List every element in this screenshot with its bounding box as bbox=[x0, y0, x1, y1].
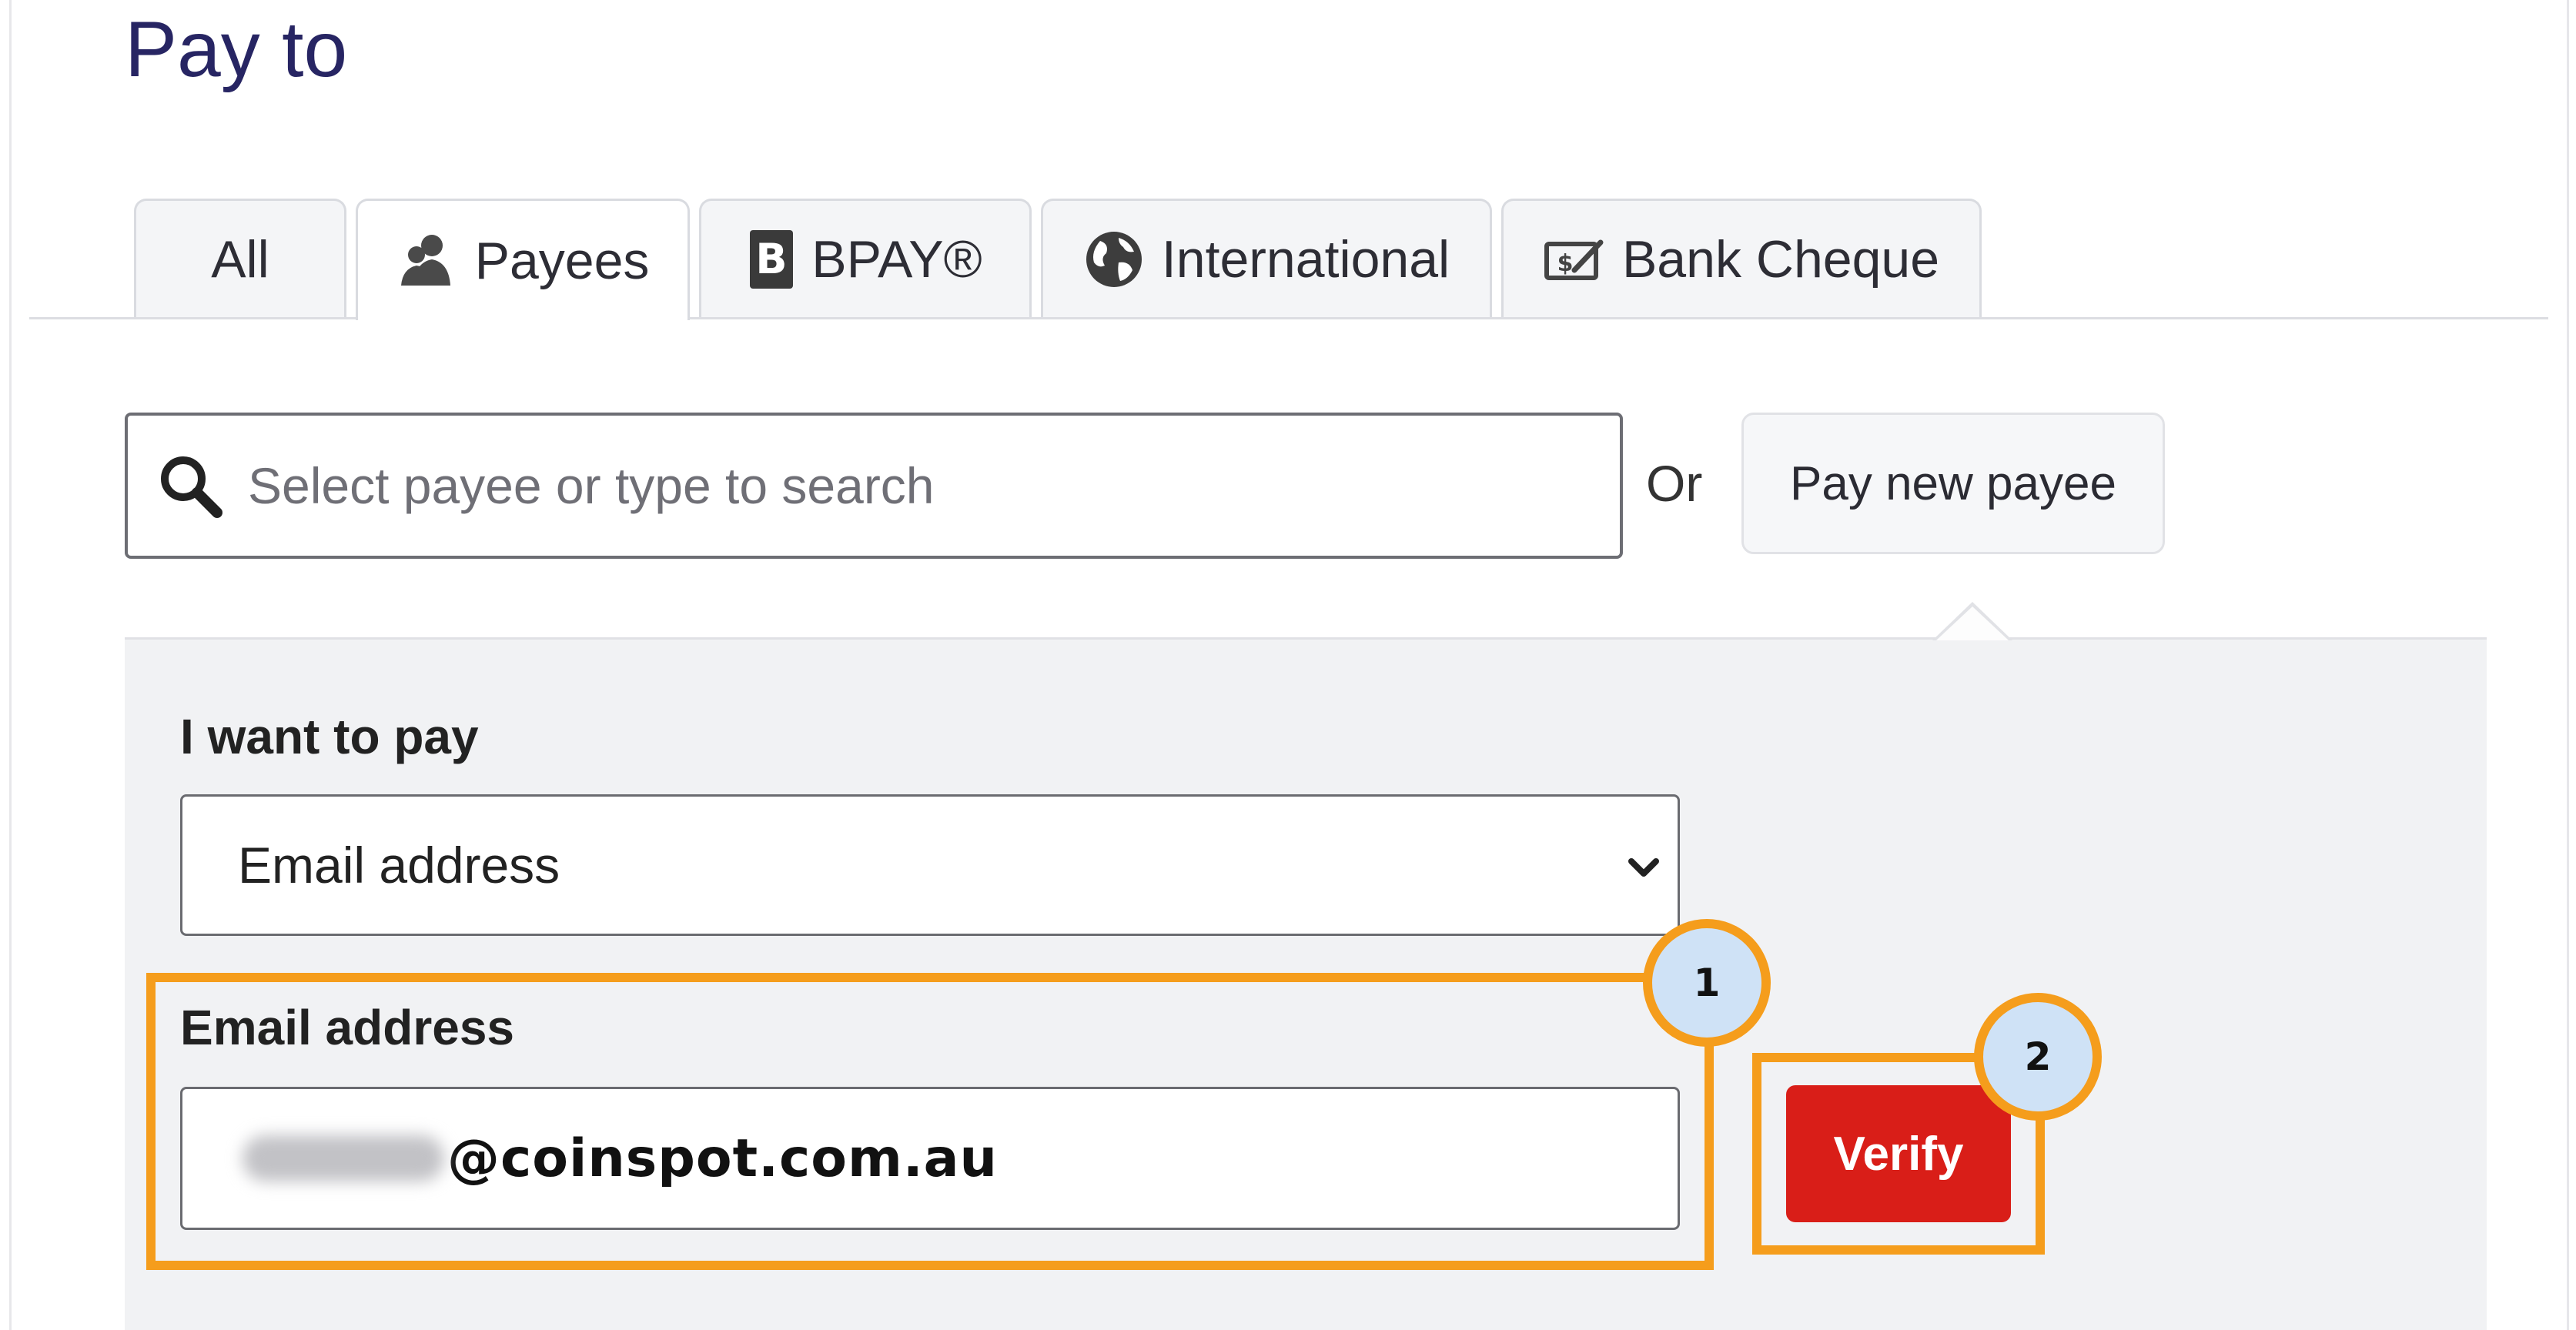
tab-bpay[interactable]: B BPAY® bbox=[699, 199, 1032, 317]
tab-international[interactable]: International bbox=[1041, 199, 1492, 317]
svg-text:$: $ bbox=[1557, 250, 1574, 277]
page-title: Pay to bbox=[125, 5, 348, 93]
tab-bank-cheque-label: Bank Cheque bbox=[1621, 229, 1940, 289]
tab-bpay-label: BPAY® bbox=[811, 229, 982, 289]
globe-icon bbox=[1083, 229, 1145, 290]
frame-border-right bbox=[2567, 0, 2569, 1330]
bpay-icon: B bbox=[748, 229, 795, 290]
tab-bank-cheque[interactable]: $ Bank Cheque bbox=[1501, 199, 1982, 317]
payment-type-select[interactable]: Email address bbox=[180, 794, 1680, 936]
tab-all-label: All bbox=[211, 229, 269, 289]
search-icon bbox=[157, 453, 223, 519]
payee-search-box[interactable] bbox=[125, 413, 1623, 559]
svg-text:B: B bbox=[756, 235, 788, 283]
frame-border-left bbox=[9, 0, 12, 1330]
i-want-to-pay-label: I want to pay bbox=[180, 709, 479, 764]
pay-new-payee-button[interactable]: Pay new payee bbox=[1741, 413, 2165, 554]
highlight-box-email bbox=[146, 973, 1714, 1270]
tab-payees[interactable]: Payees bbox=[356, 199, 690, 320]
step-badge-1: 1 bbox=[1643, 919, 1771, 1047]
tab-all[interactable]: All bbox=[134, 199, 346, 317]
payee-search-input[interactable] bbox=[246, 456, 1558, 516]
payees-icon bbox=[396, 232, 458, 290]
cheque-icon: $ bbox=[1544, 236, 1605, 282]
payment-type-value: Email address bbox=[238, 837, 560, 894]
or-label: Or bbox=[1646, 455, 1703, 512]
tab-payees-label: Payees bbox=[474, 231, 650, 290]
tab-international-label: International bbox=[1161, 229, 1450, 289]
chevron-down-icon bbox=[1625, 850, 1662, 884]
step-badge-2: 2 bbox=[1974, 993, 2102, 1121]
panel-pointer-inner bbox=[1936, 607, 2009, 640]
